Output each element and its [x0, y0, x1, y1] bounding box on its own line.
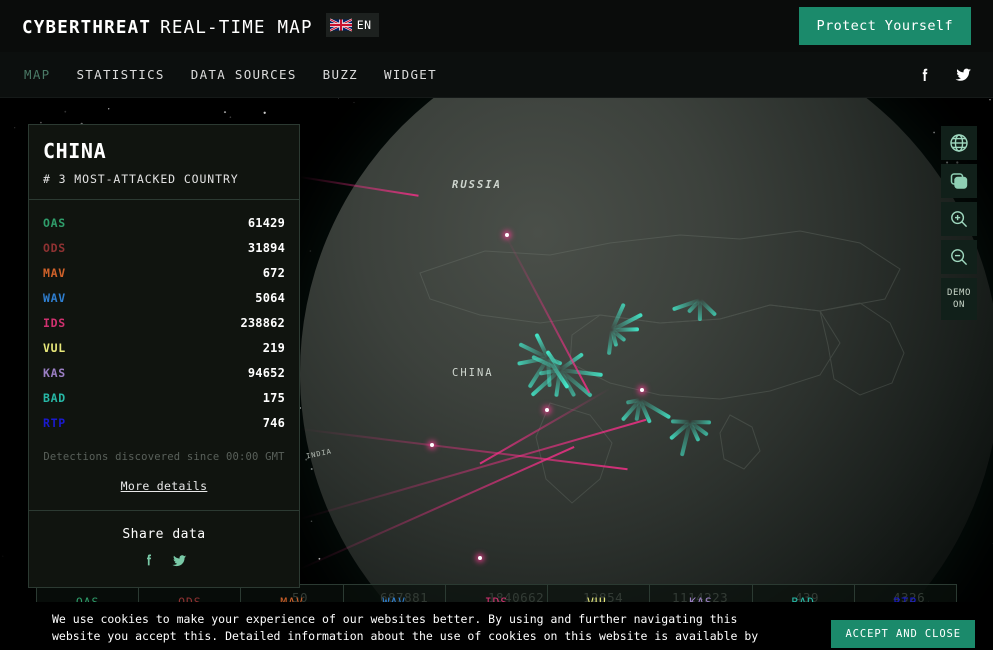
zoom-in-button[interactable] [941, 202, 977, 236]
cookie-banner: We use cookies to make your experience o… [0, 602, 993, 650]
stat-key: OAS [43, 216, 66, 230]
globe-view-button[interactable] [941, 126, 977, 160]
stat-key: RTP [43, 416, 66, 430]
flat-view-button[interactable] [941, 164, 977, 198]
stat-value: 5064 [255, 291, 285, 305]
country-rank: # 3 MOST-ATTACKED COUNTRY [43, 172, 285, 186]
stat-key: VUL [43, 341, 66, 355]
brand-bold: CYBERTHREAT [22, 18, 151, 38]
stat-key: KAS [43, 366, 66, 380]
stat-row-wav[interactable]: WAV 5064 [43, 285, 285, 310]
zoom-out-button[interactable] [941, 240, 977, 274]
stat-row-ods[interactable]: ODS 31894 [43, 235, 285, 260]
nav-item-widget[interactable]: WIDGET [384, 67, 437, 82]
stat-key: IDS [43, 316, 66, 330]
country-name: CHINA [43, 139, 285, 163]
stat-row-vul[interactable]: VUL 219 [43, 335, 285, 360]
main-nav: MAP STATISTICS DATA SOURCES BUZZ WIDGET [0, 52, 993, 98]
nav-item-data-sources[interactable]: DATA SOURCES [191, 67, 297, 82]
globe-landmass [300, 98, 993, 650]
accept-and-close-button[interactable]: ACCEPT AND CLOSE [831, 620, 975, 648]
top-bar: CYBERTHREAT REAL-TIME MAP EN Protect You… [0, 0, 993, 52]
country-stats-list: OAS 61429 ODS 31894 MAV 672 WAV 5064 IDS 238862 VU… [29, 200, 299, 439]
country-panel: CHINA # 3 MOST-ATTACKED COUNTRY OAS 61429… [28, 124, 300, 588]
nav-item-buzz[interactable]: BUZZ [323, 67, 358, 82]
stat-row-kas[interactable]: KAS 94652 [43, 360, 285, 385]
stat-key: ODS [43, 241, 66, 255]
stat-value: 672 [263, 266, 285, 280]
stat-value: 94652 [248, 366, 285, 380]
country-panel-header: CHINA # 3 MOST-ATTACKED COUNTRY [29, 125, 299, 200]
stat-row-bad[interactable]: BAD 175 [43, 385, 285, 410]
layers-icon [949, 171, 969, 191]
share-twitter-icon[interactable] [171, 552, 188, 569]
share-icons [29, 552, 299, 569]
share-data-title: Share data [29, 527, 299, 542]
globe-icon [949, 133, 969, 153]
twitter-icon[interactable] [954, 65, 973, 84]
stat-value: 31894 [248, 241, 285, 255]
brand-rest: REAL-TIME MAP [160, 18, 313, 38]
nav-items: MAP STATISTICS DATA SOURCES BUZZ WIDGET [24, 67, 437, 82]
more-details-link[interactable]: More details [29, 475, 299, 494]
zoom-out-icon [949, 247, 969, 267]
nav-item-map[interactable]: MAP [24, 67, 50, 82]
demo-label-line1: DEMO [947, 287, 971, 299]
language-selector[interactable]: EN [326, 13, 379, 37]
stat-value: 61429 [248, 216, 285, 230]
stat-value: 238862 [240, 316, 285, 330]
share-data-section: Share data [29, 510, 299, 587]
demo-toggle-button[interactable]: DEMO ON [941, 278, 977, 320]
protect-yourself-button[interactable]: Protect Yourself [799, 7, 971, 45]
stat-row-oas[interactable]: OAS 61429 [43, 210, 285, 235]
facebook-icon[interactable] [916, 66, 934, 84]
stat-value: 175 [263, 391, 285, 405]
stat-key: WAV [43, 291, 66, 305]
language-label: EN [357, 18, 372, 32]
nav-item-statistics[interactable]: STATISTICS [76, 67, 164, 82]
stat-key: BAD [43, 391, 66, 405]
stat-value: 746 [263, 416, 285, 430]
stat-key: MAV [43, 266, 66, 280]
stat-row-ids[interactable]: IDS 238862 [43, 310, 285, 335]
uk-flag-icon [330, 18, 352, 32]
brand-title: CYBERTHREAT REAL-TIME MAP EN [22, 14, 379, 38]
zoom-in-icon [949, 209, 969, 229]
share-facebook-icon[interactable] [141, 552, 157, 568]
more-details-label: More details [121, 479, 208, 493]
stat-row-rtp[interactable]: RTP 746 [43, 410, 285, 435]
globe[interactable] [300, 98, 993, 650]
stat-row-mav[interactable]: MAV 672 [43, 260, 285, 285]
cookie-text: We use cookies to make your experience o… [52, 611, 772, 645]
detections-note: Detections discovered since 00:00 GMT [29, 451, 299, 463]
map-controls[interactable]: DEMO ON [941, 126, 977, 320]
demo-label-line2: ON [953, 299, 965, 311]
stat-value: 219 [263, 341, 285, 355]
nav-social-links [916, 65, 973, 84]
